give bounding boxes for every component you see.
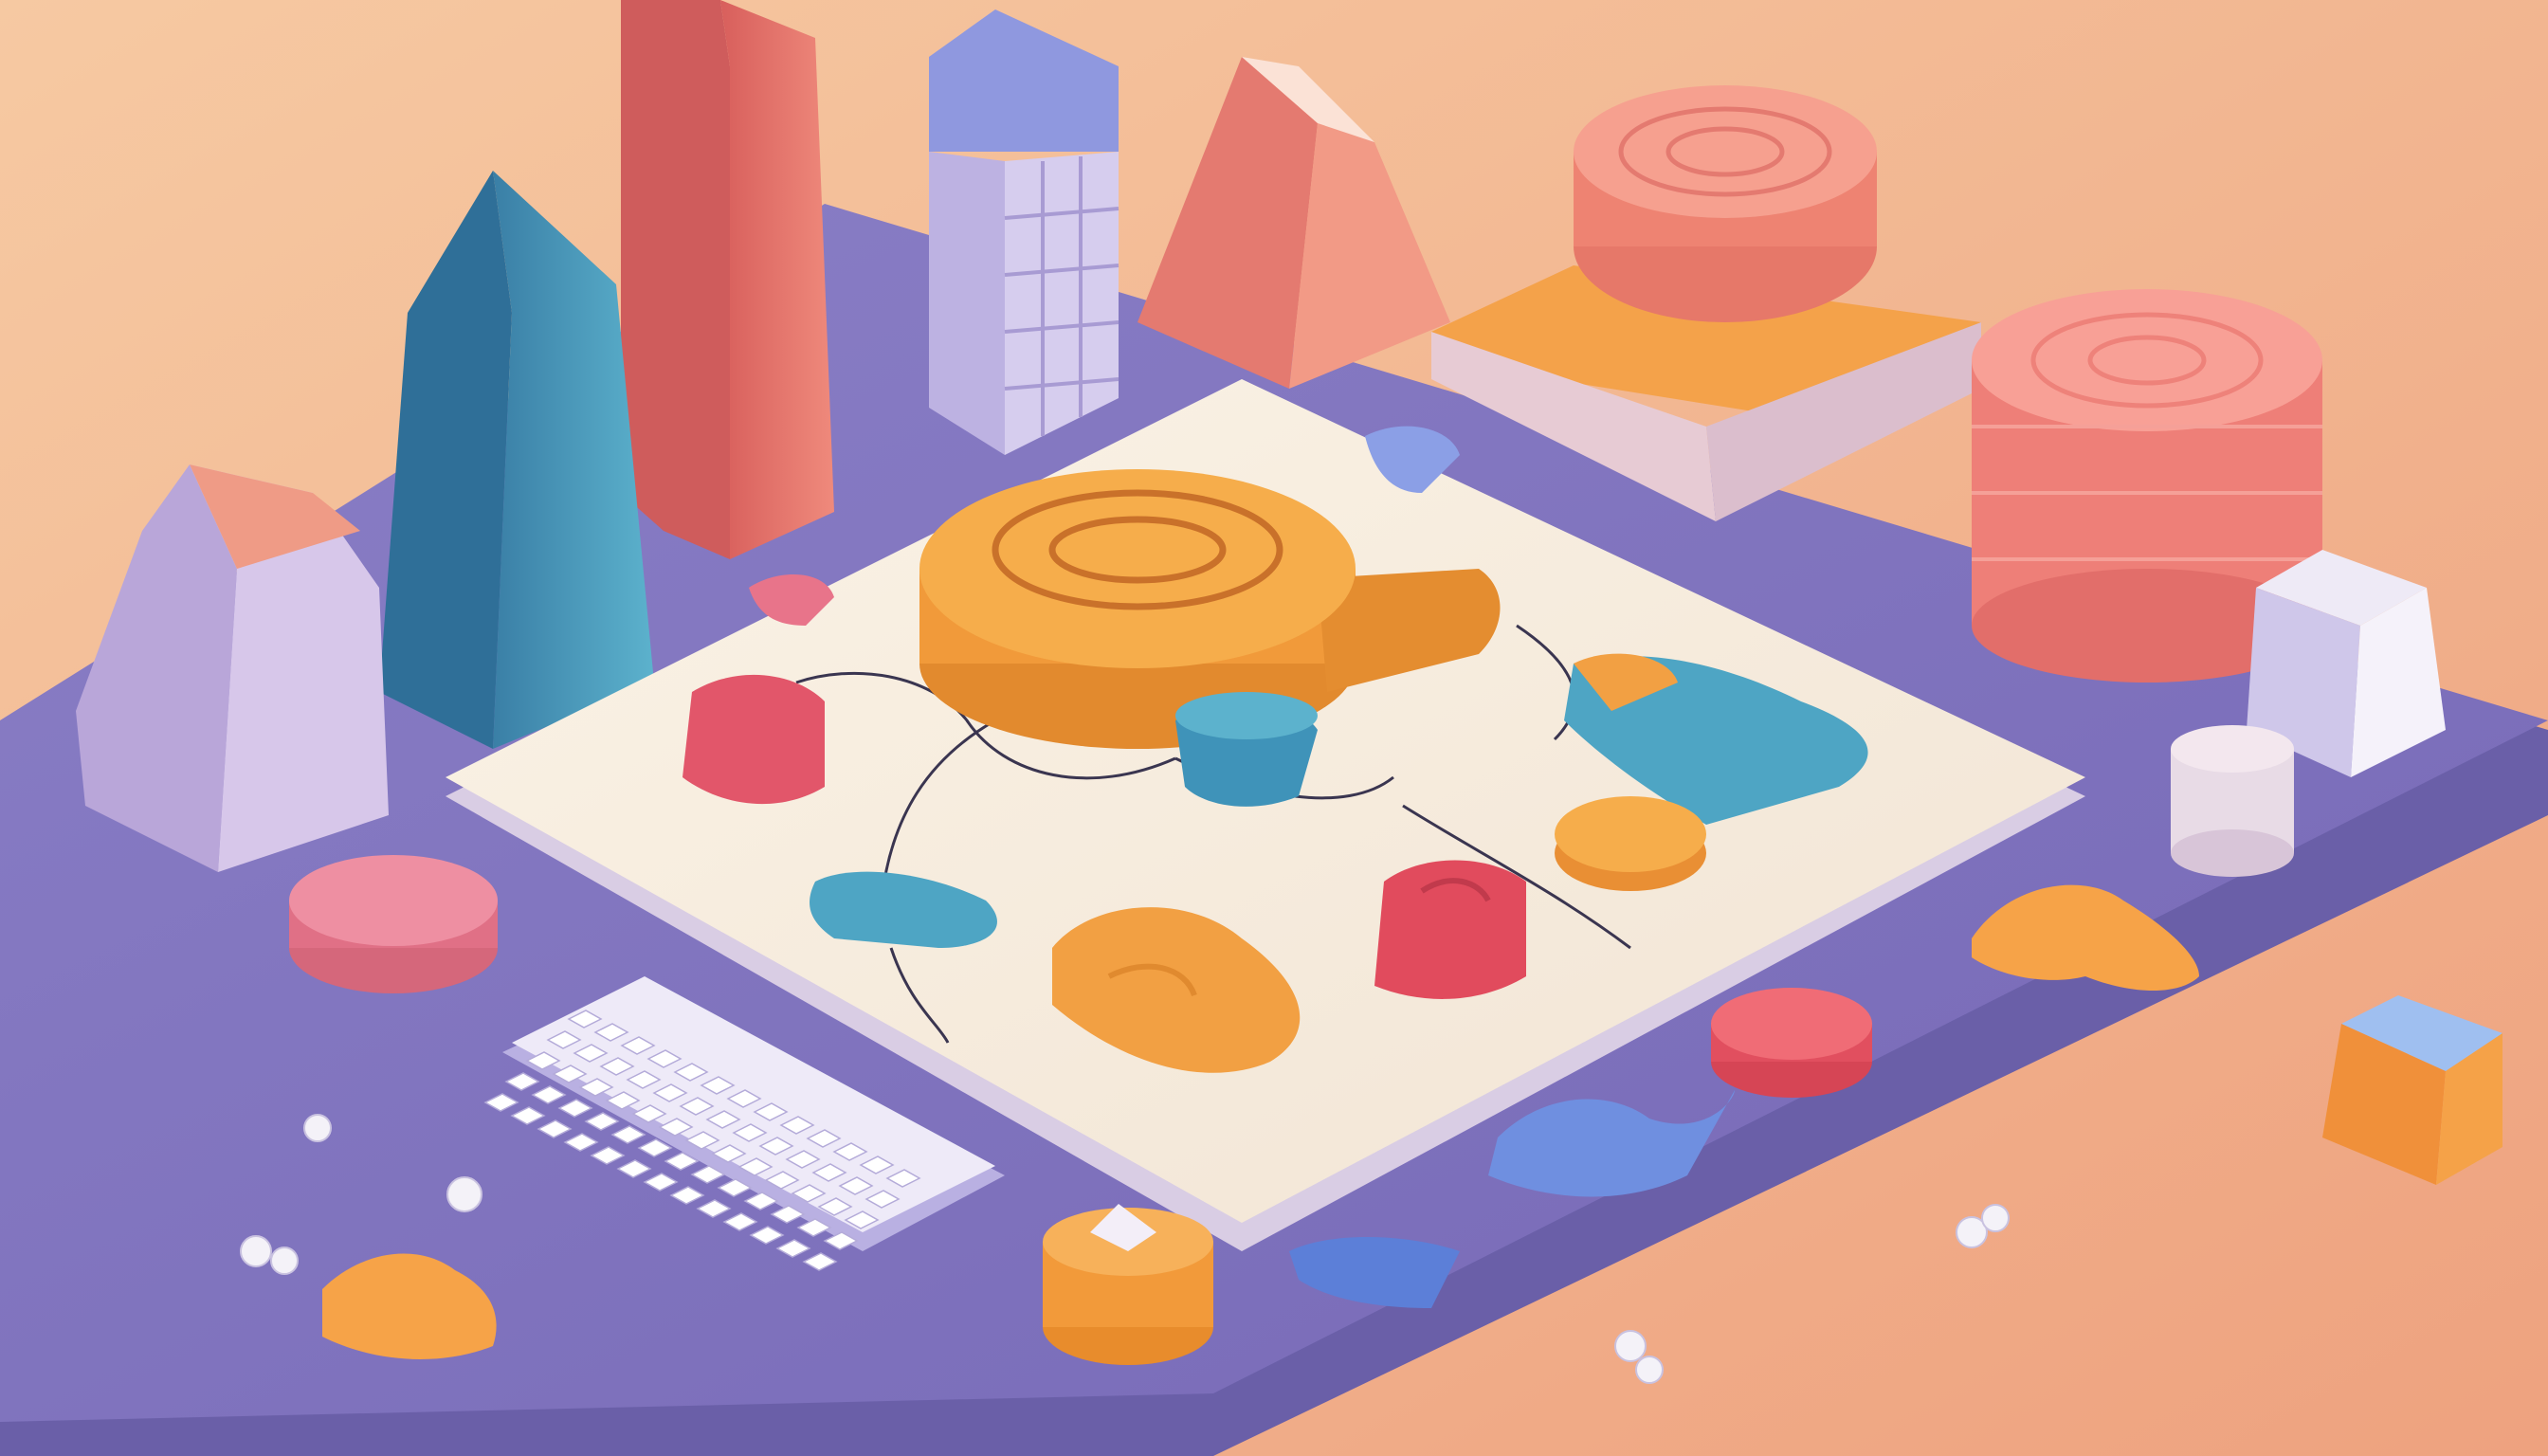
coral-tower — [621, 0, 834, 559]
red-piece-left — [682, 674, 825, 805]
orange-disc-piece — [1555, 796, 1706, 891]
isometric-illustration — [0, 0, 2548, 1456]
striped-cylinder — [2171, 725, 2294, 877]
red-piece-right — [1374, 860, 1526, 999]
pink-disc — [289, 855, 498, 993]
teal-cup-piece — [1175, 692, 1318, 807]
grid-building — [929, 9, 1119, 455]
orange-cup — [1043, 1204, 1213, 1365]
red-disc — [1711, 988, 1872, 1098]
